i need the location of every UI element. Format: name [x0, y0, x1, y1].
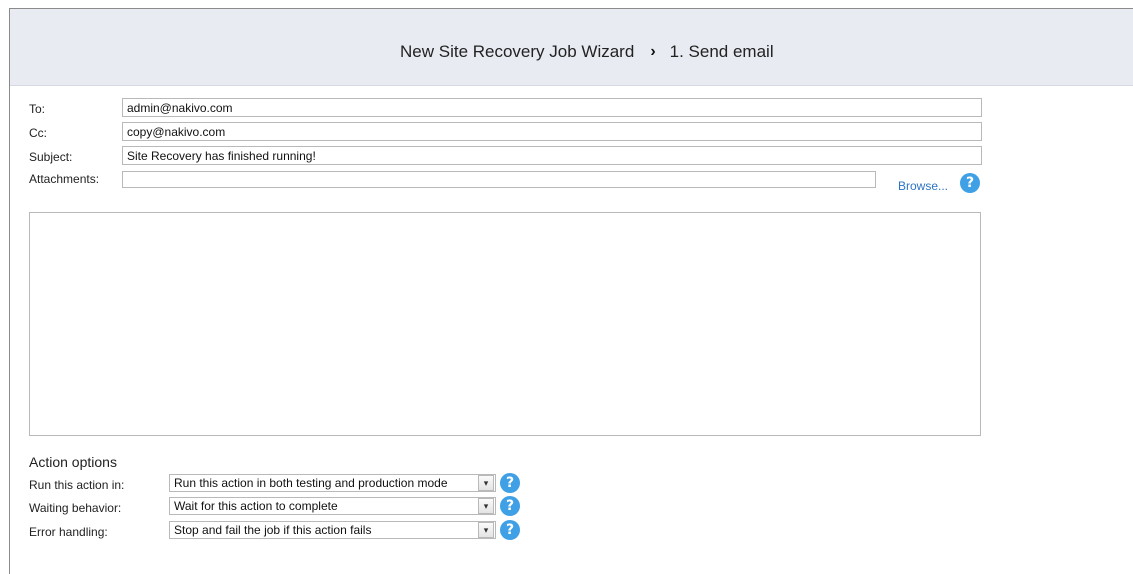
waiting-behavior-select[interactable]: Wait for this action to complete ▾	[169, 497, 496, 515]
chevron-down-icon: ▾	[478, 522, 494, 538]
chevron-down-icon: ▾	[478, 498, 494, 514]
attachments-label: Attachments:	[29, 172, 100, 186]
step-title: 1. Send email	[669, 42, 774, 61]
chevron-right-icon: ›	[650, 43, 656, 60]
waiting-behavior-help-icon[interactable]: ?	[500, 496, 520, 516]
run-action-value: Run this action in both testing and prod…	[174, 476, 448, 490]
wizard-window: New Site Recovery Job Wizard › 1. Send e…	[9, 8, 1133, 574]
error-handling-help-icon[interactable]: ?	[500, 520, 520, 540]
attachments-help-icon[interactable]: ?	[960, 173, 980, 193]
run-action-help-icon[interactable]: ?	[500, 473, 520, 493]
cc-label: Cc:	[29, 126, 47, 140]
subject-field[interactable]	[122, 146, 982, 165]
wizard-header: New Site Recovery Job Wizard › 1. Send e…	[10, 9, 1133, 86]
wizard-title: New Site Recovery Job Wizard	[400, 42, 635, 61]
cc-field[interactable]	[122, 122, 982, 141]
breadcrumb: New Site Recovery Job Wizard › 1. Send e…	[400, 42, 774, 62]
error-handling-select[interactable]: Stop and fail the job if this action fai…	[169, 521, 496, 539]
error-handling-value: Stop and fail the job if this action fai…	[174, 523, 372, 537]
subject-label: Subject:	[29, 150, 73, 164]
error-handling-label: Error handling:	[29, 525, 108, 539]
run-action-select[interactable]: Run this action in both testing and prod…	[169, 474, 496, 492]
to-field[interactable]	[122, 98, 982, 117]
email-body-textarea[interactable]	[29, 212, 981, 436]
attachments-field[interactable]	[122, 171, 876, 188]
waiting-behavior-label: Waiting behavior:	[29, 501, 122, 515]
run-action-label: Run this action in:	[29, 478, 125, 492]
action-options-title: Action options	[29, 454, 117, 470]
to-label: To:	[29, 102, 46, 116]
waiting-behavior-value: Wait for this action to complete	[174, 499, 338, 513]
browse-link[interactable]: Browse...	[898, 179, 948, 193]
chevron-down-icon: ▾	[478, 475, 494, 491]
